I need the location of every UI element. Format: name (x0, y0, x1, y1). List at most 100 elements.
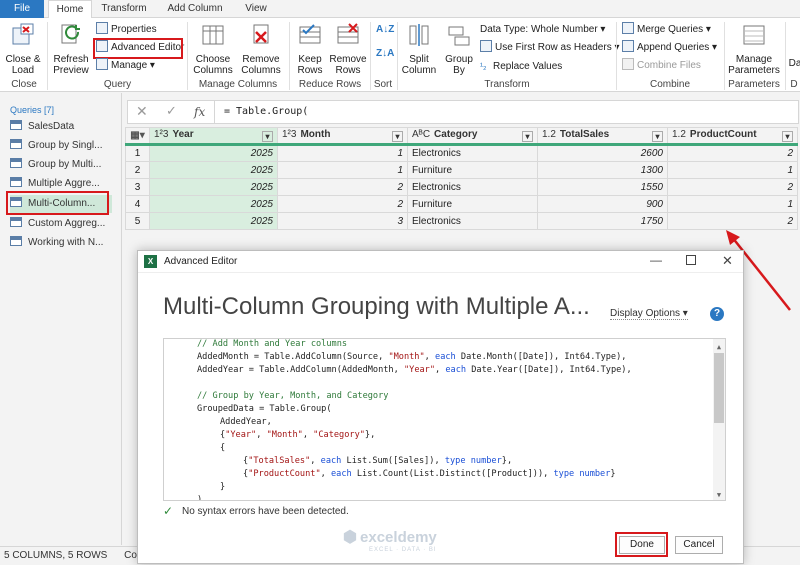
choose-columns-button[interactable]: Choose Columns (190, 22, 236, 76)
query-item[interactable]: Group by Multi... (10, 156, 112, 174)
cell-year[interactable]: 2025 (149, 195, 278, 213)
column-header-year[interactable]: 1²3 Year ▾ (149, 127, 278, 145)
query-item[interactable]: Working with N... (10, 234, 112, 252)
manage-parameters-label: Manage Parameters (728, 54, 780, 76)
cell-totalsales[interactable]: 1550 (537, 178, 668, 196)
filter-dropdown-icon[interactable]: ▾ (782, 131, 793, 142)
cancel-formula-icon[interactable]: ✕ (136, 103, 148, 120)
combine-files-button[interactable]: Combine Files (622, 58, 701, 74)
sort-ascending-icon[interactable]: A↓Z (376, 22, 394, 38)
cell-month[interactable]: 1 (277, 144, 408, 162)
use-first-row-headers-button[interactable]: Use First Row as Headers ▾ (480, 40, 620, 56)
cell-category[interactable]: Furniture (407, 195, 538, 213)
choose-columns-icon (202, 25, 224, 45)
cell-productcount[interactable]: 1 (667, 195, 798, 213)
remove-rows-button[interactable]: Remove Rows (328, 22, 368, 76)
close-icon[interactable]: ✕ (722, 253, 733, 269)
merge-queries-icon (622, 22, 634, 34)
cell-productcount[interactable]: 2 (667, 178, 798, 196)
cell-year[interactable]: 2025 (149, 212, 278, 230)
exceldemy-watermark: ⬢ exceldemy EXCEL · DATA · BI (343, 527, 437, 553)
cell-category[interactable]: Electronics (407, 212, 538, 230)
append-queries-button[interactable]: Append Queries ▾ (622, 40, 717, 56)
table-row[interactable]: 4 2025 2 Furniture 900 1 (125, 195, 798, 213)
table-row[interactable]: 3 2025 2 Electronics 1550 2 (125, 178, 798, 196)
manage-button[interactable]: Manage ▾ (96, 58, 155, 74)
cell-totalsales[interactable]: 1750 (537, 212, 668, 230)
table-row[interactable]: 2 2025 1 Furniture 1300 1 (125, 161, 798, 179)
filter-dropdown-icon[interactable]: ▾ (392, 131, 403, 142)
append-queries-label: Append Queries (637, 42, 710, 53)
filter-dropdown-icon[interactable]: ▾ (522, 131, 533, 142)
split-column-button[interactable]: Split Column (400, 22, 438, 76)
cell-month[interactable]: 1 (277, 161, 408, 179)
close-load-button[interactable]: Close & Load (4, 22, 42, 76)
cell-month[interactable]: 2 (277, 178, 408, 196)
code-scrollbar[interactable]: ▲ ▼ (713, 339, 725, 500)
refresh-preview-button[interactable]: Refresh Preview (50, 22, 92, 76)
excel-icon: X (144, 255, 157, 268)
cell-month[interactable]: 2 (277, 195, 408, 213)
refresh-icon (61, 24, 80, 44)
manage-icon (96, 58, 108, 70)
filter-dropdown-icon[interactable]: ▾ (262, 131, 273, 142)
data-type-dropdown[interactable]: Data Type: Whole Number ▾ (480, 22, 605, 38)
data-source-button-cut[interactable]: Da (788, 58, 800, 69)
sort-descending-icon[interactable]: Z↓A (376, 46, 394, 62)
group-by-label: Group By (445, 54, 473, 76)
keep-rows-button[interactable]: Keep Rows (292, 22, 328, 76)
cell-category[interactable]: Furniture (407, 161, 538, 179)
minimize-icon[interactable]: — (650, 253, 662, 267)
scrollbar-thumb[interactable] (714, 353, 724, 423)
query-item[interactable]: Group by Singl... (10, 137, 112, 155)
tab-home[interactable]: Home (48, 0, 92, 19)
cell-totalsales[interactable]: 2600 (537, 144, 668, 162)
table-row[interactable]: 5 2025 3 Electronics 1750 2 (125, 212, 798, 230)
dialog-title: Advanced Editor (164, 256, 238, 267)
group-sort-label: Sort (373, 79, 393, 90)
queries-header: Queries [7] (10, 105, 55, 115)
cell-year[interactable]: 2025 (149, 161, 278, 179)
code-editor[interactable]: // Add Month and Year columns AddedMonth… (163, 338, 726, 501)
query-item[interactable]: SalesData (10, 118, 112, 136)
manage-parameters-button[interactable]: Manage Parameters (726, 22, 782, 76)
cell-month[interactable]: 3 (277, 212, 408, 230)
tab-transform[interactable]: Transform (96, 0, 152, 18)
column-header-category[interactable]: AᴮC Category ▾ (407, 127, 538, 145)
help-icon[interactable]: ? (710, 307, 724, 321)
table-menu-icon[interactable]: ▦▾ (125, 127, 150, 145)
cell-totalsales[interactable]: 1300 (537, 161, 668, 179)
cell-productcount[interactable]: 2 (667, 144, 798, 162)
cell-productcount[interactable]: 1 (667, 161, 798, 179)
display-options-dropdown[interactable]: Display Options ▾ (610, 308, 688, 320)
cell-year[interactable]: 2025 (149, 178, 278, 196)
properties-button[interactable]: Properties (96, 22, 157, 38)
query-item[interactable]: Custom Aggreg... (10, 215, 112, 233)
remove-columns-button[interactable]: Remove Columns (238, 22, 284, 76)
merge-queries-button[interactable]: Merge Queries ▾ (622, 22, 711, 38)
formula-input[interactable]: = Table.Group( (224, 106, 308, 117)
table-row[interactable]: 1 2025 1 Electronics 2600 2 (125, 144, 798, 162)
tab-add-column[interactable]: Add Column (160, 0, 230, 18)
column-header-totalsales[interactable]: 1.2 TotalSales ▾ (537, 127, 668, 145)
group-close-label: Close (11, 79, 37, 90)
replace-values-button[interactable]: ¹₂ Replace Values (480, 58, 562, 74)
cell-year[interactable]: 2025 (149, 144, 278, 162)
cell-category[interactable]: Electronics (407, 144, 538, 162)
column-header-month[interactable]: 1²3 Month ▾ (277, 127, 408, 145)
group-by-button[interactable]: Group By (442, 22, 476, 76)
tab-view[interactable]: View (236, 0, 276, 18)
row-number: 5 (125, 212, 150, 230)
cancel-button[interactable]: Cancel (675, 536, 723, 554)
tab-file[interactable]: File (0, 0, 44, 18)
filter-dropdown-icon[interactable]: ▾ (652, 131, 663, 142)
cell-totalsales[interactable]: 900 (537, 195, 668, 213)
cell-category[interactable]: Electronics (407, 178, 538, 196)
query-item-label: Group by Multi... (28, 159, 102, 170)
status-columns-rows: 5 COLUMNS, 5 ROWS (4, 550, 108, 561)
choose-columns-label: Choose Columns (193, 54, 233, 76)
column-header-productcount[interactable]: 1.2 ProductCount ▾ (667, 127, 798, 145)
group-manage-columns-label: Manage Columns (198, 79, 278, 90)
maximize-icon[interactable] (686, 255, 696, 265)
confirm-formula-icon[interactable]: ✓ (166, 103, 177, 119)
